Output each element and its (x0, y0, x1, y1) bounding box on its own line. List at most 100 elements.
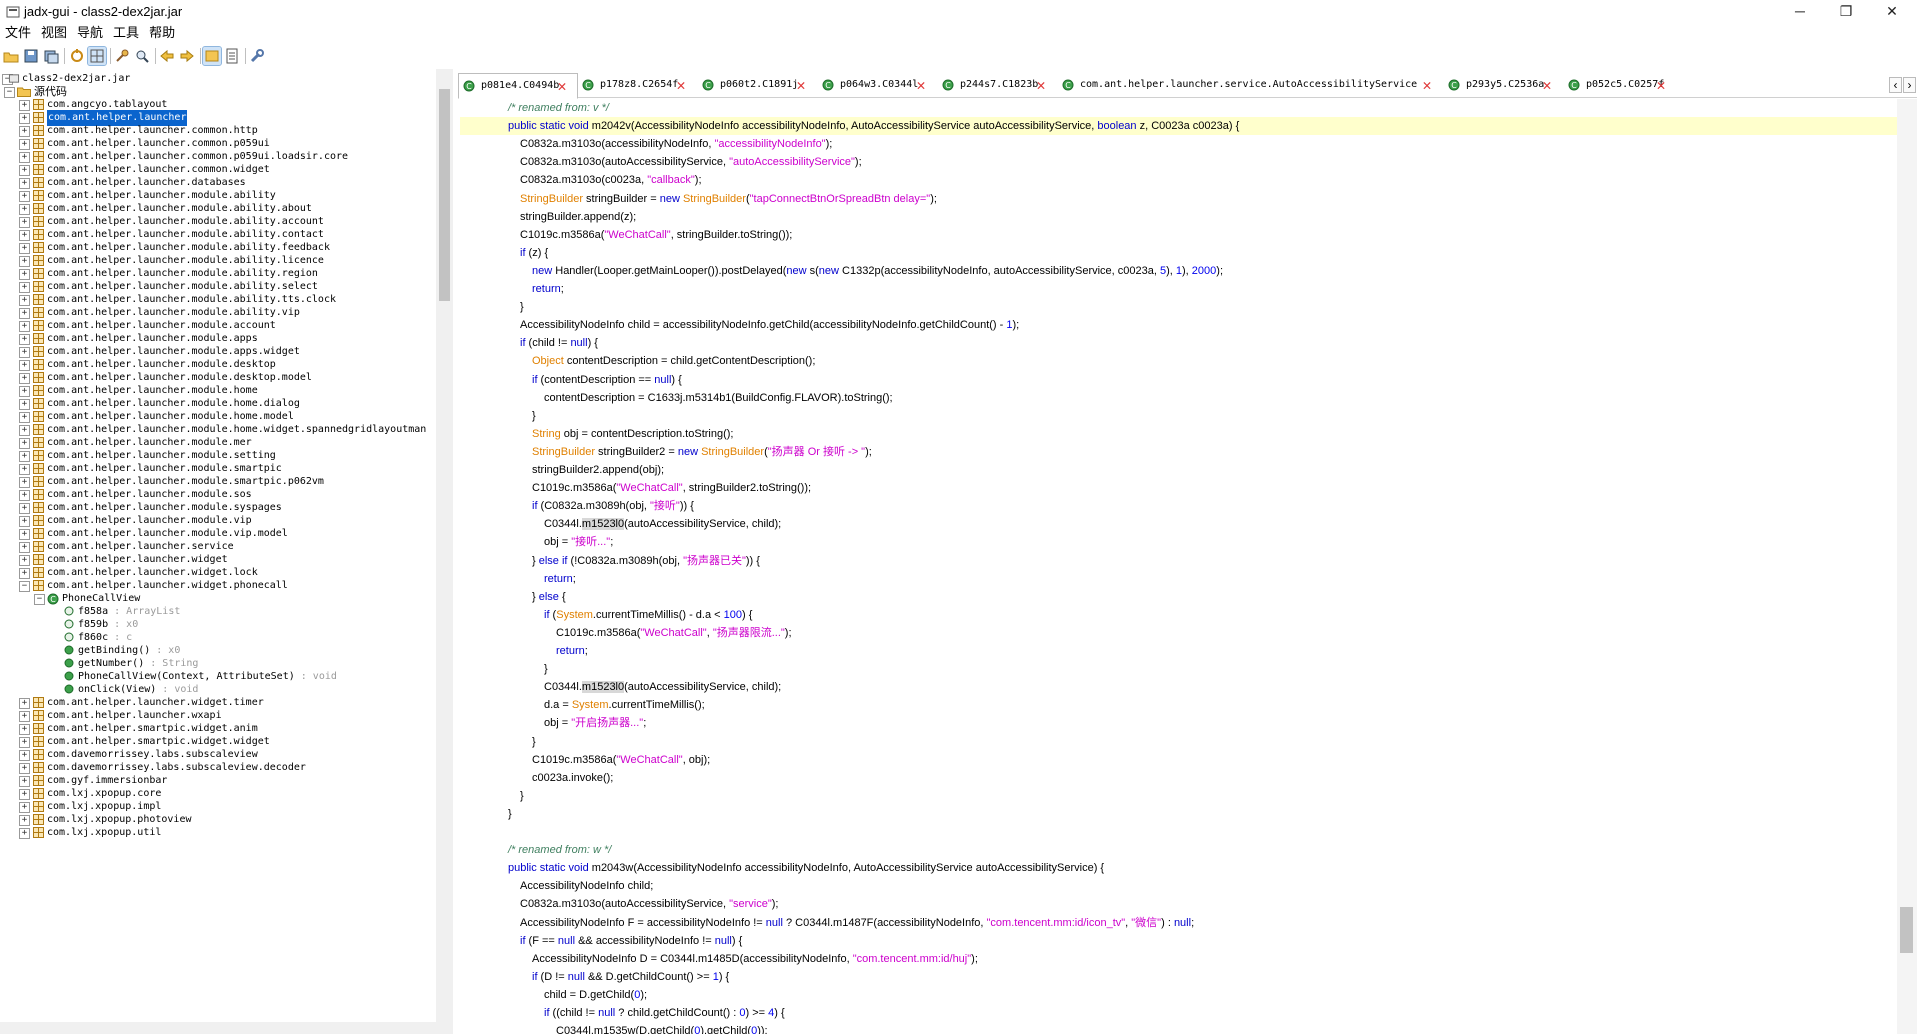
expand-icon[interactable]: + (19, 477, 30, 488)
expand-icon[interactable]: + (19, 269, 30, 280)
minimize-button[interactable]: ─ (1777, 0, 1823, 24)
expand-icon[interactable]: + (19, 724, 30, 735)
package-icon (33, 281, 44, 292)
close-tab-icon[interactable]: ✕ (1540, 78, 1554, 93)
code-line: C0344l.m1535w(D.getChild(0).getChild(0))… (556, 1025, 768, 1034)
project-tree[interactable]: − class2-dex2jar.jar − 源代码 + com.angcyo.ta… (0, 69, 441, 1034)
expand-icon[interactable]: + (19, 750, 30, 761)
open-file-icon[interactable] (2, 47, 20, 65)
expand-icon[interactable]: + (19, 100, 30, 111)
expand-icon[interactable]: + (19, 516, 30, 527)
expand-icon[interactable]: + (19, 152, 30, 163)
preferences-icon[interactable] (248, 47, 266, 65)
expand-icon[interactable]: + (19, 451, 30, 462)
deobfuscation-icon[interactable] (202, 46, 222, 66)
expand-icon[interactable]: + (19, 763, 30, 774)
editor-tab[interactable]: C com.ant.helper.launcher.service.AutoAc… (1058, 73, 1442, 97)
expand-icon[interactable]: + (19, 464, 30, 475)
expand-icon[interactable]: + (19, 178, 30, 189)
editor-tab[interactable]: C p064w3.C0344l ✕ (818, 73, 936, 97)
expand-icon[interactable]: + (19, 412, 30, 423)
menu-navigate[interactable]: 导航 (72, 24, 108, 42)
collapse-icon[interactable]: − (34, 594, 45, 605)
package-icon (33, 294, 44, 305)
expand-icon[interactable]: + (19, 776, 30, 787)
close-tab-icon[interactable]: ✕ (794, 78, 808, 93)
export-icon[interactable] (42, 47, 60, 65)
editor-tab[interactable]: C p081e4.C0494b ✕ (458, 73, 578, 99)
expand-icon[interactable]: + (19, 217, 30, 228)
search-class-icon[interactable] (133, 47, 151, 65)
expand-icon[interactable]: + (19, 542, 30, 553)
expand-icon[interactable]: + (19, 321, 30, 332)
expand-icon[interactable]: + (19, 295, 30, 306)
expand-icon[interactable]: + (19, 386, 30, 397)
code-editor[interactable]: /* renamed from: v */ public static void … (460, 99, 1897, 1034)
expand-icon[interactable]: + (19, 399, 30, 410)
close-tab-icon[interactable]: ✕ (674, 78, 688, 93)
expand-icon[interactable]: + (19, 126, 30, 137)
expand-icon[interactable]: + (19, 165, 30, 176)
expand-icon[interactable]: + (19, 360, 30, 371)
close-window-button[interactable]: ✕ (1869, 0, 1915, 24)
expand-icon[interactable]: + (19, 815, 30, 826)
expand-icon[interactable]: + (19, 191, 30, 202)
close-tab-icon[interactable]: ✕ (1420, 78, 1434, 93)
save-all-icon[interactable] (22, 47, 40, 65)
close-tab-icon[interactable]: ✕ (1034, 78, 1048, 93)
tab-scroll-right-icon[interactable]: › (1903, 77, 1916, 93)
expand-icon[interactable]: + (19, 802, 30, 813)
maximize-button[interactable]: ❐ (1823, 0, 1869, 24)
search-text-icon[interactable] (113, 47, 131, 65)
expand-icon[interactable]: + (19, 243, 30, 254)
menu-file[interactable]: 文件 (0, 24, 36, 42)
expand-icon[interactable]: + (19, 490, 30, 501)
sync-tree-icon[interactable] (68, 47, 86, 65)
collapse-icon[interactable]: − (19, 581, 30, 592)
flatten-packages-icon[interactable] (87, 46, 107, 66)
code-scrollbar[interactable] (1897, 99, 1917, 1034)
expand-icon[interactable]: + (19, 204, 30, 215)
menu-help[interactable]: 帮助 (144, 24, 180, 42)
expand-icon[interactable]: + (19, 334, 30, 345)
expand-icon[interactable]: + (19, 555, 30, 566)
expand-icon[interactable]: + (19, 113, 30, 124)
svg-text:C: C (1571, 81, 1577, 90)
expand-icon[interactable]: + (19, 308, 30, 319)
expand-icon[interactable]: + (19, 789, 30, 800)
expand-icon[interactable]: + (19, 711, 30, 722)
close-tab-icon[interactable]: ✕ (555, 79, 569, 94)
expand-icon[interactable]: + (19, 256, 30, 267)
forward-icon[interactable] (178, 47, 196, 65)
expand-icon[interactable]: + (19, 503, 30, 514)
tree-horizontal-scrollbar[interactable] (0, 1022, 436, 1034)
expand-icon[interactable]: + (19, 568, 30, 579)
expand-icon[interactable]: + (19, 282, 30, 293)
tab-scroll-left-icon[interactable]: ‹ (1889, 77, 1902, 93)
log-viewer-icon[interactable] (223, 47, 241, 65)
editor-tab[interactable]: C p293y5.C2536a ✕ (1444, 73, 1562, 97)
menu-view[interactable]: 视图 (36, 24, 72, 42)
expand-icon[interactable]: + (19, 529, 30, 540)
expand-icon[interactable]: + (19, 425, 30, 436)
close-tab-icon[interactable]: ✕ (914, 78, 928, 93)
editor-tab[interactable]: C p052c5.C0257f ✕ (1564, 73, 1676, 97)
expand-icon[interactable]: + (19, 828, 30, 839)
expand-icon[interactable]: + (19, 139, 30, 150)
expand-icon[interactable]: + (19, 347, 30, 358)
tree-scroll-thumb[interactable] (439, 89, 450, 301)
back-icon[interactable] (158, 47, 176, 65)
tree-scrollbar[interactable] (436, 69, 453, 1034)
close-tab-icon[interactable]: ✕ (1654, 78, 1668, 93)
editor-tab[interactable]: C p060t2.C1891j ✕ (698, 73, 816, 97)
expand-icon[interactable]: + (19, 373, 30, 384)
expand-icon[interactable]: + (19, 230, 30, 241)
expand-icon[interactable]: + (19, 438, 30, 449)
expand-icon[interactable]: + (19, 698, 30, 709)
collapse-icon[interactable]: − (4, 87, 15, 98)
menu-tools[interactable]: 工具 (108, 24, 144, 42)
expand-icon[interactable]: + (19, 737, 30, 748)
editor-tab[interactable]: C p244s7.C1823b ✕ (938, 73, 1056, 97)
code-scroll-thumb[interactable] (1900, 907, 1913, 953)
editor-tab[interactable]: C p178z8.C2654f ✕ (578, 73, 696, 97)
